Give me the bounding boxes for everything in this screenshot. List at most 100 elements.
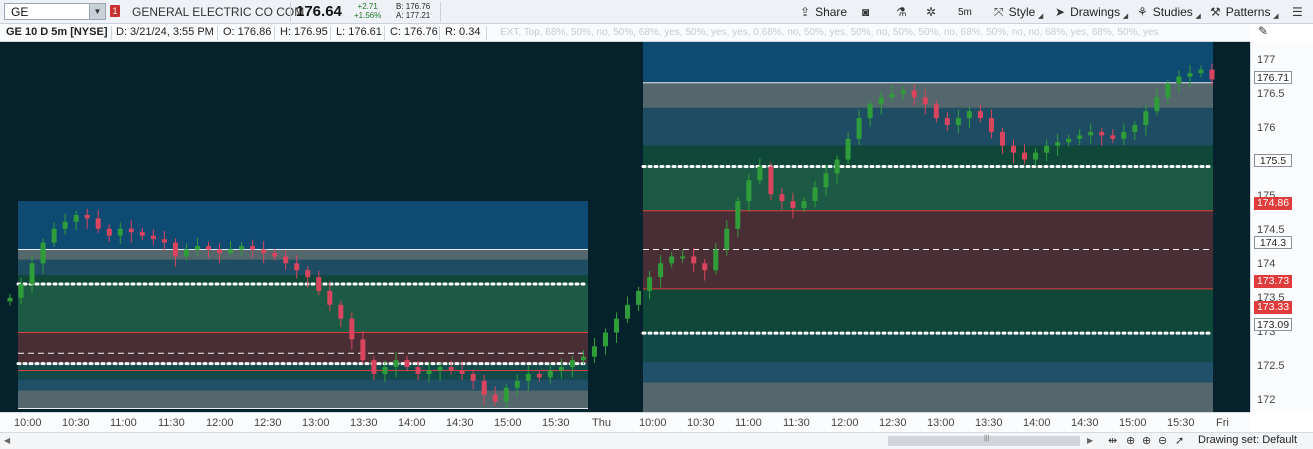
bar-date: D: 3/21/24, 3:55 PM	[116, 26, 214, 38]
candle-body	[360, 339, 366, 361]
candle-body	[1176, 76, 1182, 84]
bar-range: R: 0.34	[445, 26, 481, 38]
toolbar-divider	[440, 2, 441, 22]
flask-button[interactable]: ⚗	[896, 2, 912, 22]
profile-band	[643, 166, 1213, 211]
bar-open: O: 176.86	[223, 26, 272, 38]
candle-body	[602, 332, 608, 347]
candle-body	[1165, 83, 1171, 98]
candle-body	[1143, 111, 1149, 125]
candle-body	[691, 256, 697, 264]
candle-body	[139, 232, 145, 236]
price-axis[interactable]: 177 176.5 176 175 174.5 174 173.5 173 17…	[1250, 42, 1313, 412]
price-tick: 172	[1257, 394, 1276, 406]
time-tick: Fri	[1216, 417, 1229, 429]
profile-band	[643, 145, 1213, 167]
caret-icon: ◢	[1273, 13, 1279, 20]
share-label: Share	[815, 5, 848, 19]
candle-body	[702, 263, 708, 271]
candle-body	[283, 256, 289, 264]
candle-body	[591, 346, 597, 357]
zoom-out-icon[interactable]: ⊖	[1158, 434, 1167, 447]
candle-body	[977, 111, 983, 119]
time-tick: 15:30	[1167, 417, 1195, 429]
price-tick: 176.5	[1257, 88, 1285, 100]
price-tick: 177	[1257, 54, 1276, 66]
drawing-set-label[interactable]: Drawing set: Default	[1198, 434, 1297, 446]
time-tick: 13:30	[975, 417, 1003, 429]
patterns-label: Patterns	[1225, 5, 1271, 19]
candle-body	[757, 166, 763, 181]
drawings-button[interactable]: ➤ Drawings ◢	[1055, 2, 1128, 22]
time-axis[interactable]: 10:00 10:30 11:00 11:30 12:00 12:30 13:0…	[0, 412, 1250, 432]
scroll-right-icon[interactable]: ▶	[1087, 436, 1093, 445]
candle-body	[7, 297, 13, 302]
candle-body	[614, 318, 620, 333]
candle-body	[261, 249, 267, 253]
studies-button[interactable]: ⚘ Studies ◢	[1137, 2, 1201, 22]
profile-band	[643, 382, 1213, 412]
candle-body	[1110, 135, 1116, 139]
price-badge-last: 176.71	[1254, 71, 1292, 84]
candle-body	[51, 228, 57, 243]
settings-button[interactable]: ✲	[926, 2, 941, 22]
time-tick: Thu	[592, 417, 611, 429]
candle-body	[217, 249, 223, 253]
hamburger-icon: ☰	[1292, 5, 1303, 19]
price-badge-level: 173.09	[1254, 318, 1292, 331]
pan-icon[interactable]: ⊕	[1126, 434, 1135, 447]
candle-body	[172, 242, 178, 257]
candle-body	[768, 166, 774, 195]
candle-body	[724, 228, 730, 250]
company-name: GENERAL ELECTRIC CO COM	[132, 5, 305, 19]
caret-icon: ◢	[1195, 13, 1201, 20]
symbol-input[interactable]: GE ▼	[4, 3, 106, 20]
time-tick: 12:30	[879, 417, 907, 429]
candle-body	[922, 97, 928, 105]
snapshot-button[interactable]: ◙	[862, 2, 874, 22]
chevron-down-icon[interactable]: ▼	[89, 4, 105, 19]
menu-button[interactable]: ☰	[1292, 2, 1308, 22]
time-tick: 12:00	[831, 417, 859, 429]
price-tick: 174	[1257, 258, 1276, 270]
candle-body	[658, 263, 664, 278]
cursor-icon[interactable]: ➚	[1175, 434, 1184, 447]
price-badge-poc: 174.3	[1254, 236, 1292, 249]
candle-body	[404, 360, 410, 368]
price-tick: 176	[1257, 122, 1276, 134]
last-price: 176.64	[296, 3, 342, 20]
candle-body	[371, 360, 377, 374]
timeframe-button[interactable]: 5m	[958, 2, 972, 22]
price-plot[interactable]	[0, 42, 1250, 412]
style-button[interactable]: ⤧ Style ◢	[994, 2, 1043, 22]
zoom-in-icon[interactable]: ⊕	[1142, 434, 1151, 447]
share-button[interactable]: ⇪ Share	[800, 2, 847, 22]
candle-body	[1198, 69, 1204, 74]
candle-body	[801, 201, 807, 208]
candle-body	[1011, 145, 1017, 153]
candle-body	[448, 367, 454, 371]
candle-body	[305, 270, 311, 278]
candle-body	[393, 360, 399, 368]
expand-horizontal-icon[interactable]: ⇹	[1108, 434, 1117, 447]
candle-body	[73, 214, 79, 222]
candle-body	[944, 118, 950, 125]
patterns-icon: ⚒	[1210, 5, 1221, 19]
patterns-button[interactable]: ⚒ Patterns ◢	[1210, 2, 1278, 22]
candle-body	[327, 290, 333, 305]
style-icon: ⤧	[994, 4, 1004, 19]
caret-icon: ◢	[1037, 13, 1044, 20]
candle-body	[106, 228, 112, 236]
bar-high: H: 176.95	[280, 26, 328, 38]
candle-body	[812, 187, 818, 202]
candle-body	[338, 304, 344, 319]
candle-body	[1132, 124, 1138, 132]
drawing-tool-icon[interactable]: ✎	[1254, 24, 1272, 40]
candle-body	[128, 228, 134, 233]
alert-badge[interactable]: 1	[110, 5, 120, 17]
candle-body	[239, 246, 245, 250]
time-tick: 13:30	[350, 417, 378, 429]
ask-price: A: 177.21	[396, 11, 431, 20]
time-tick: 14:30	[1071, 417, 1099, 429]
scroll-left-icon[interactable]: ◀	[4, 436, 10, 445]
